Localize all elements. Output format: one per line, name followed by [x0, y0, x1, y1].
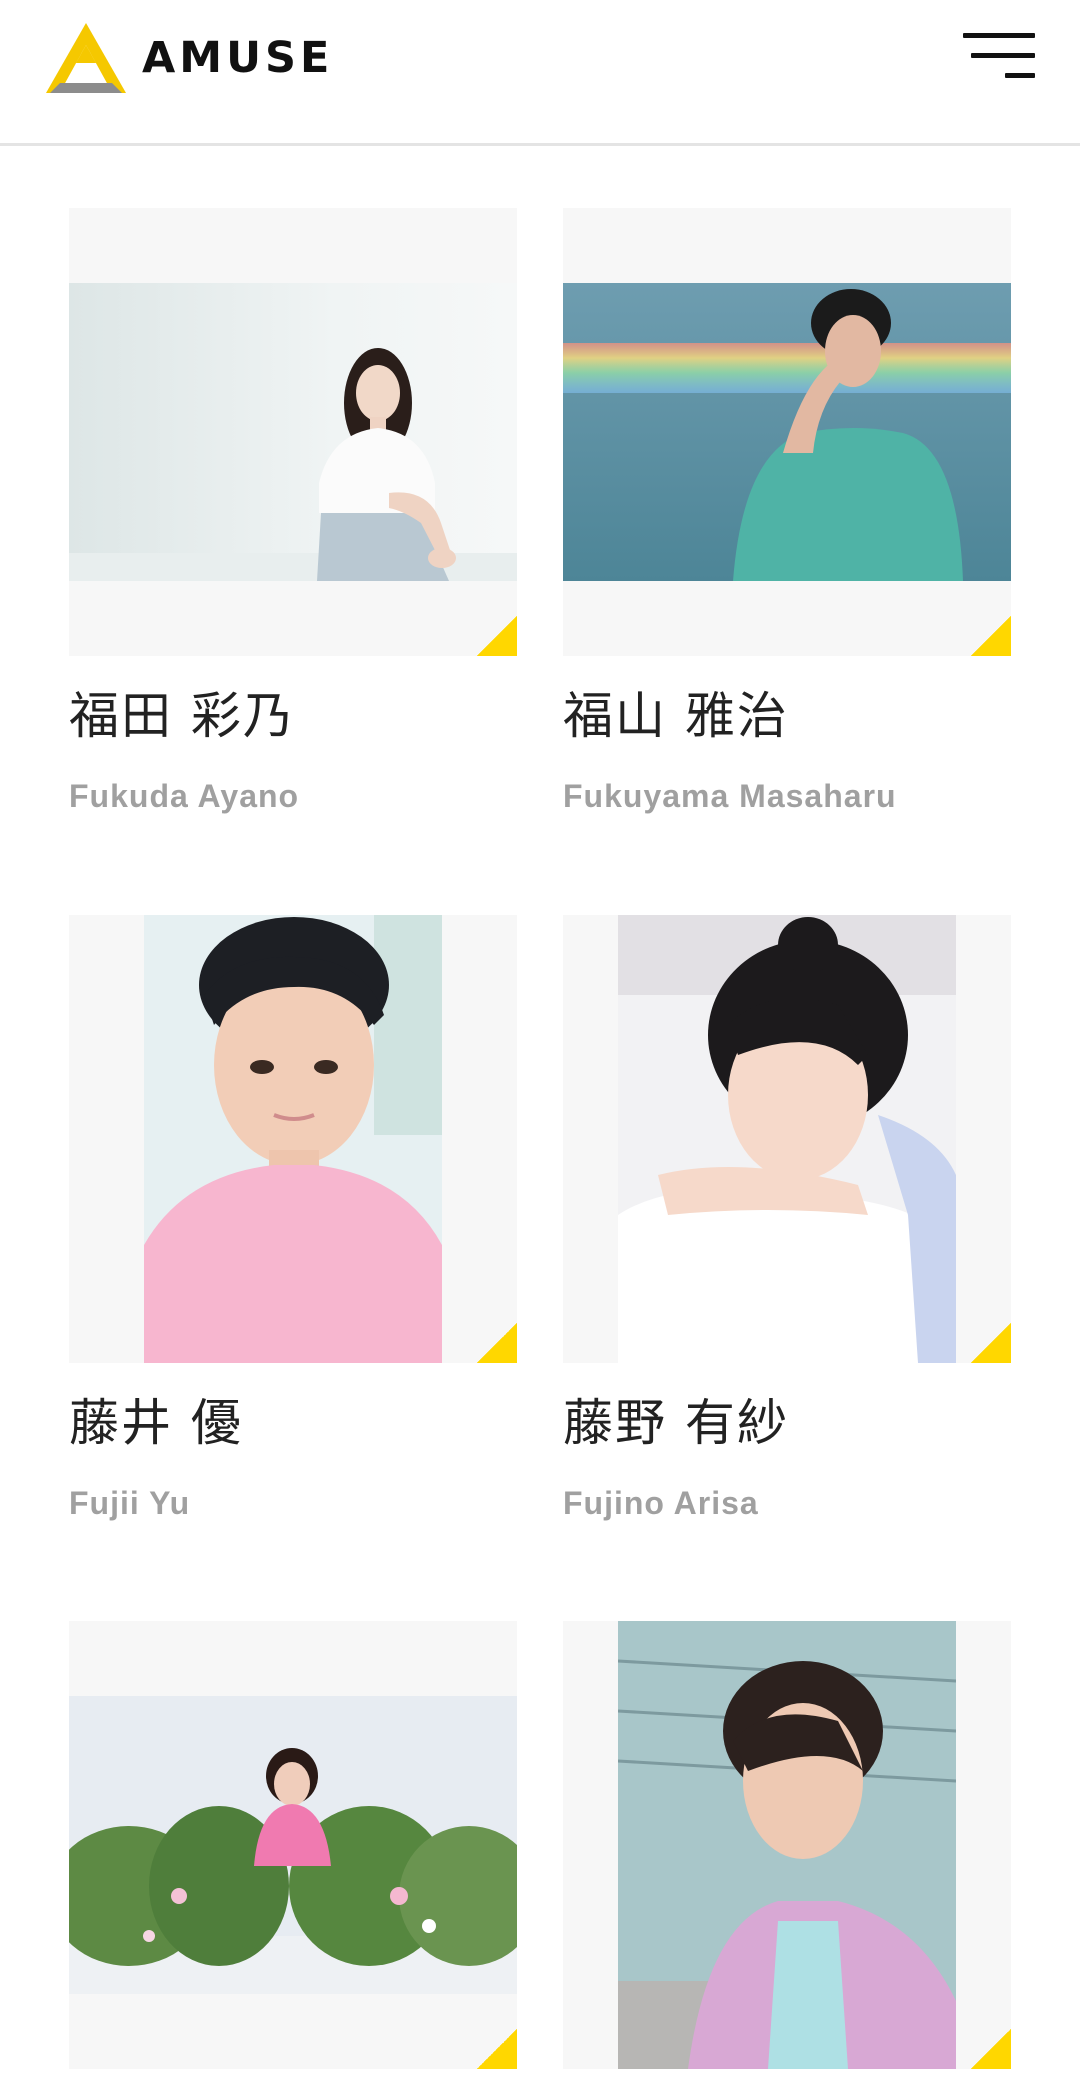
talent-name-en: Fukuda Ayano [69, 778, 300, 814]
talent-photo [618, 1621, 956, 2069]
corner-accent [971, 2029, 1011, 2069]
talent-photo [618, 915, 956, 1363]
amuse-logo-mark-icon [46, 23, 126, 93]
corner-accent [971, 1323, 1011, 1363]
talent-thumbnail [563, 915, 1011, 1363]
talent-card[interactable]: 藤野 有紗 Fujino Arisa [563, 915, 1011, 1523]
menu-line [1005, 73, 1035, 78]
talent-photo [69, 283, 517, 581]
talent-name-en: Fukuyama Masaharu [563, 778, 897, 814]
logo-text: AMUSE [142, 33, 334, 83]
talent-card[interactable]: 福山 雅治 Fukuyama Masaharu [563, 208, 1011, 816]
corner-accent [477, 1323, 517, 1363]
talent-card[interactable] [563, 1621, 1011, 2099]
talent-thumbnail [563, 1621, 1011, 2069]
talent-photo [69, 1696, 517, 1994]
talent-photo [563, 283, 1011, 581]
talent-card[interactable] [69, 1621, 517, 2099]
talent-name-jp: 藤野 有紗 [563, 1394, 789, 1452]
talent-name-jp: 福山 雅治 [563, 687, 789, 745]
talent-thumbnail [69, 915, 517, 1363]
site-header: AMUSE [0, 0, 1080, 146]
talent-photo [144, 915, 442, 1363]
corner-accent [477, 2029, 517, 2069]
talent-name-jp: 福田 彩乃 [69, 687, 295, 745]
menu-line [971, 53, 1035, 58]
talent-name-en: Fujii Yu [69, 1485, 191, 1521]
talent-name-en: Fujino Arisa [563, 1485, 759, 1521]
talent-card[interactable]: 藤井 優 Fujii Yu [69, 915, 517, 1523]
corner-accent [477, 616, 517, 656]
talent-thumbnail [69, 1621, 517, 2069]
talent-thumbnail [563, 208, 1011, 656]
menu-line [963, 33, 1035, 38]
hamburger-menu-icon[interactable] [963, 33, 1035, 83]
amuse-logo[interactable]: AMUSE [46, 23, 334, 93]
corner-accent [971, 616, 1011, 656]
talent-name-jp: 藤井 優 [69, 1394, 243, 1452]
talent-card[interactable]: 福田 彩乃 Fukuda Ayano [69, 208, 517, 816]
talent-thumbnail [69, 208, 517, 656]
